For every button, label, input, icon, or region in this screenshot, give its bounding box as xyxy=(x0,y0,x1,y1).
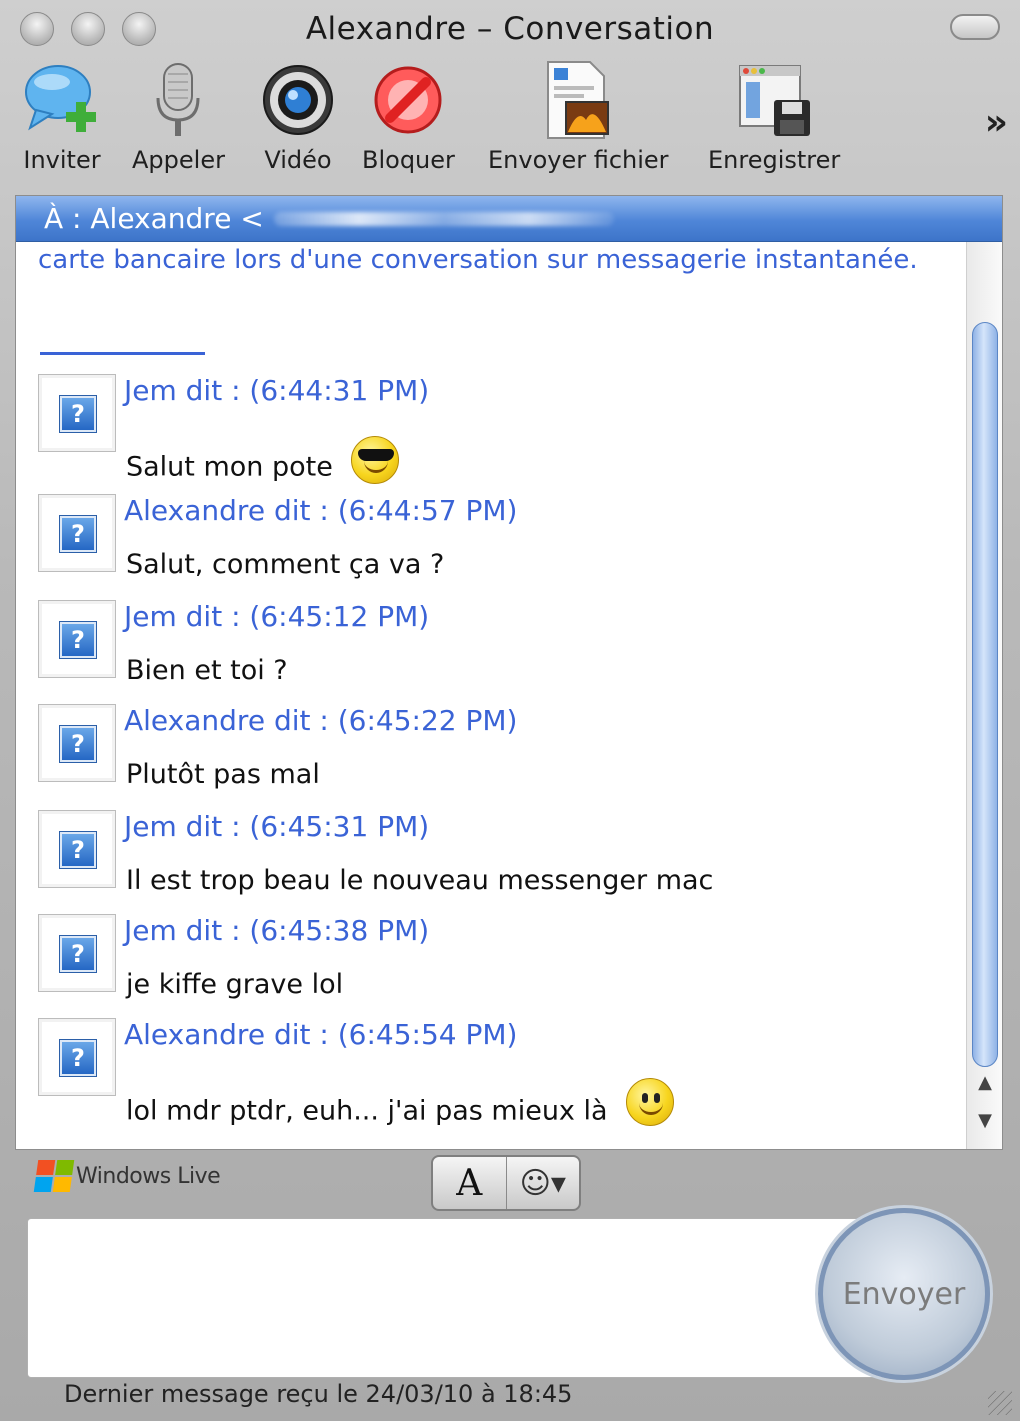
font-button[interactable]: A xyxy=(433,1157,507,1209)
info-notice: carte bancaire lors d'une conversation s… xyxy=(38,245,918,275)
window-title: Alexandre – Conversation xyxy=(305,11,715,47)
unknown-user-icon: ? xyxy=(59,725,97,763)
send-file-icon xyxy=(538,58,618,142)
notice-divider xyxy=(40,352,205,355)
block-icon xyxy=(368,58,448,142)
message-header: Jem dit : (6:45:12 PM) xyxy=(124,600,430,633)
send-file-label: Envoyer fichier xyxy=(488,146,669,174)
invite-button[interactable]: Inviter xyxy=(22,58,102,174)
conversation-pane: À : Alexandre < carte bancaire lors d'un… xyxy=(15,195,1003,1150)
send-button[interactable]: Envoyer xyxy=(818,1208,990,1380)
windows-flag-icon xyxy=(33,1160,75,1192)
scrollbar-thumb[interactable] xyxy=(972,322,998,1067)
toolbar-overflow-button[interactable]: » xyxy=(985,102,1008,143)
call-button[interactable]: Appeler xyxy=(132,58,225,174)
message-text: Salut, comment ça va ? xyxy=(126,549,445,580)
conversation-scrollbar[interactable]: ▲ ▼ xyxy=(966,242,1002,1149)
cool-sunglasses-emoticon-icon xyxy=(351,436,400,484)
block-label: Bloquer xyxy=(362,146,455,174)
message-text-row: lol mdr ptdr, euh... j'ai pas mieux là xyxy=(126,1078,675,1136)
message-text: je kiffe grave lol xyxy=(126,969,344,1000)
window-controls xyxy=(20,12,156,46)
unknown-user-icon: ? xyxy=(59,1039,97,1077)
message-text: Salut mon pote xyxy=(126,451,333,483)
toolbar: Inviter Appeler Vidéo Bloquer Envoyer fi… xyxy=(0,58,1020,183)
message-header: Alexandre dit : (6:45:22 PM) xyxy=(124,704,518,737)
avatar[interactable]: ? xyxy=(38,914,116,992)
invite-bubble-plus-icon xyxy=(22,58,102,142)
smiley-dropdown-icon: ☺▾ xyxy=(519,1165,566,1201)
message-input[interactable] xyxy=(27,1218,887,1378)
avatar[interactable]: ? xyxy=(38,600,116,678)
invite-label: Inviter xyxy=(23,146,101,174)
zoom-window-button[interactable] xyxy=(122,12,156,46)
message-header: Jem dit : (6:45:31 PM) xyxy=(124,810,430,843)
message-text: Plutôt pas mal xyxy=(126,759,320,790)
video-label: Vidéo xyxy=(264,146,332,174)
unknown-user-icon: ? xyxy=(59,621,97,659)
message-header: Jem dit : (6:44:31 PM) xyxy=(124,374,430,407)
scroll-up-arrow-icon[interactable]: ▲ xyxy=(967,1072,1002,1093)
unknown-user-icon: ? xyxy=(59,831,97,869)
unknown-user-icon: ? xyxy=(59,935,97,973)
emoticon-picker-button[interactable]: ☺▾ xyxy=(507,1157,580,1209)
message-text: Bien et toi ? xyxy=(126,655,288,686)
message-header: Alexandre dit : (6:44:57 PM) xyxy=(124,494,518,527)
avatar[interactable]: ? xyxy=(38,810,116,888)
video-button[interactable]: Vidéo xyxy=(258,58,338,174)
send-file-button[interactable]: Envoyer fichier xyxy=(488,58,669,174)
close-window-button[interactable] xyxy=(20,12,54,46)
recipient-email-redacted xyxy=(273,211,614,226)
message-header: Alexandre dit : (6:45:54 PM) xyxy=(124,1018,518,1051)
windows-live-logo: Windows Live xyxy=(33,1160,221,1192)
brand-text: Windows Live xyxy=(76,1163,221,1189)
microphone-icon xyxy=(138,58,218,142)
send-button-label: Envoyer xyxy=(842,1276,966,1312)
save-button[interactable]: Enregistrer xyxy=(708,58,840,174)
smile-emoticon-icon xyxy=(626,1078,675,1126)
formatting-controls: A ☺▾ xyxy=(431,1155,581,1211)
block-button[interactable]: Bloquer xyxy=(362,58,455,174)
message-header: Jem dit : (6:45:38 PM) xyxy=(124,914,430,947)
avatar[interactable]: ? xyxy=(38,494,116,572)
avatar[interactable]: ? xyxy=(38,1018,116,1096)
message-text: lol mdr ptdr, euh... j'ai pas mieux là xyxy=(126,1095,608,1127)
recipient-label: À : Alexandre < xyxy=(44,202,264,235)
avatar[interactable]: ? xyxy=(38,704,116,782)
title-bar: Alexandre – Conversation xyxy=(0,0,1020,58)
resize-grip-icon[interactable] xyxy=(988,1391,1012,1415)
avatar[interactable]: ? xyxy=(38,374,116,452)
recipient-header: À : Alexandre < xyxy=(16,196,1002,242)
save-icon xyxy=(734,58,814,142)
save-label: Enregistrer xyxy=(708,146,841,174)
webcam-icon xyxy=(258,58,338,142)
message-text-row: Salut mon pote xyxy=(126,436,400,492)
scroll-down-arrow-icon[interactable]: ▼ xyxy=(967,1110,1002,1131)
minimize-window-button[interactable] xyxy=(71,12,105,46)
call-label: Appeler xyxy=(132,146,225,174)
unknown-user-icon: ? xyxy=(59,395,97,433)
message-text: Il est trop beau le nouveau messenger ma… xyxy=(126,865,714,896)
status-bar-text: Dernier message reçu le 24/03/10 à 18:45 xyxy=(64,1380,573,1408)
unknown-user-icon: ? xyxy=(59,515,97,553)
toolbar-toggle-button[interactable] xyxy=(950,14,1000,40)
